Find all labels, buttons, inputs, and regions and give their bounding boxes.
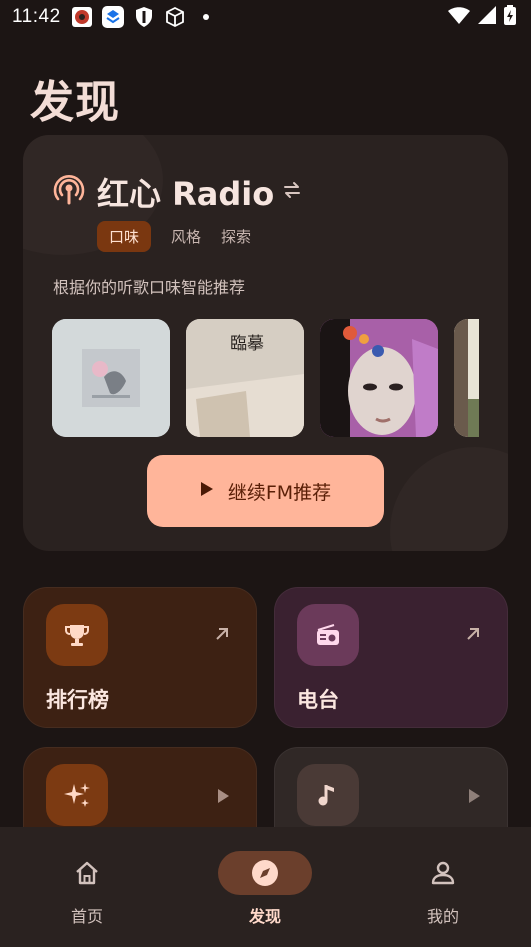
arrow-up-right-icon: [465, 626, 481, 646]
person-icon: [396, 851, 490, 895]
system-status-icons: [447, 4, 517, 30]
album-cover-row: 臨摹: [52, 319, 479, 437]
tile-radio-label: 电台: [297, 688, 339, 712]
tile-radio[interactable]: 电台: [274, 587, 508, 728]
continue-fm-button[interactable]: 继续FM推荐: [147, 455, 384, 527]
tile-charts-label: 排行榜: [46, 688, 109, 712]
home-icon: [40, 851, 134, 895]
compass-icon: [218, 851, 312, 895]
music-note-icon: [297, 764, 359, 826]
bottom-navigation: 首页 发现 我的: [0, 827, 531, 947]
nav-mine-label: 我的: [426, 907, 459, 926]
nav-discover-label: 发现: [248, 907, 281, 926]
album-cover[interactable]: [320, 319, 438, 437]
layers-app-icon: [101, 6, 124, 28]
tab-style[interactable]: 风格: [171, 221, 201, 252]
sparkles-icon: [46, 764, 108, 826]
radio-mode-tabs: 口味 风格 探索: [97, 221, 251, 252]
radio-header: 红心 Radio: [53, 169, 302, 215]
switch-arrows-icon[interactable]: [282, 181, 302, 203]
nav-home-label: 首页: [70, 907, 103, 926]
battery-icon: [503, 4, 517, 30]
status-time: 11:42: [12, 6, 61, 27]
trophy-icon: [46, 604, 108, 666]
app-notification-icon: [71, 6, 93, 28]
album-cover[interactable]: 臨摹: [186, 319, 304, 437]
dot-icon: [195, 6, 217, 28]
status-notification-icons: [71, 6, 217, 28]
album-cover[interactable]: [454, 319, 479, 437]
radio-description: 根据你的听歌口味智能推荐: [53, 278, 246, 297]
tile-charts[interactable]: 排行榜: [23, 587, 257, 728]
status-bar: 11:42: [0, 0, 531, 34]
radio-icon: [297, 604, 359, 666]
nav-discover[interactable]: 发现: [205, 851, 325, 927]
wifi-icon: [447, 5, 471, 29]
play-icon: [467, 788, 481, 808]
signal-icon: [477, 5, 497, 29]
podcast-icon: [53, 174, 85, 210]
radio-title: 红心 Radio: [97, 175, 275, 213]
page-title: 发现: [30, 77, 120, 128]
decorative-circle: [390, 447, 508, 551]
tab-explore[interactable]: 探索: [221, 221, 251, 252]
nav-mine[interactable]: 我的: [383, 851, 503, 927]
radio-card[interactable]: 红心 Radio 口味 风格 探索 根据你的听歌口味智能推荐 臨摹 继续FM推荐: [23, 135, 508, 551]
shield-icon: [133, 6, 155, 28]
play-icon: [200, 480, 214, 502]
continue-fm-label: 继续FM推荐: [227, 481, 332, 504]
album-cover-text: 臨摹: [230, 334, 264, 354]
cube-icon: [164, 6, 186, 28]
arrow-up-right-icon: [214, 626, 230, 646]
album-cover[interactable]: [52, 319, 170, 437]
tab-taste[interactable]: 口味: [97, 221, 152, 252]
play-icon: [216, 788, 230, 808]
nav-home[interactable]: 首页: [27, 851, 147, 927]
